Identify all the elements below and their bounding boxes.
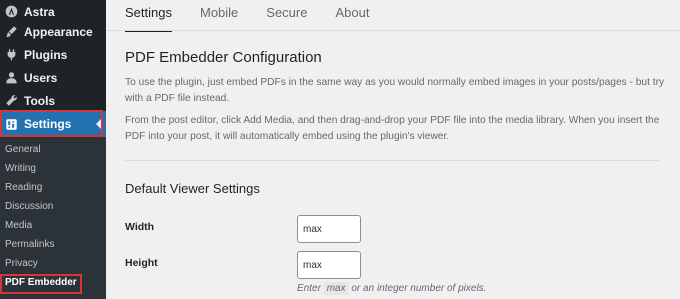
intro-paragraph-line-1: To use the plugin, just embed PDFs in th…: [125, 77, 665, 88]
menu-label-users: Users: [24, 70, 58, 85]
submenu-item-reading[interactable]: Reading: [5, 180, 42, 196]
height-input[interactable]: [297, 251, 361, 279]
submenu-item-general[interactable]: General: [5, 142, 41, 158]
pdf-embedder-highlight-outline: [0, 274, 82, 294]
menu-label-astra: Astra: [24, 4, 55, 19]
menu-item-plugins[interactable]: Plugins: [0, 43, 106, 66]
submenu-item-discussion[interactable]: Discussion: [5, 199, 53, 215]
current-menu-arrow: [96, 118, 102, 130]
size-hint: Enter max or an integer number of pixels…: [297, 282, 487, 295]
submenu-item-permalinks[interactable]: Permalinks: [5, 237, 54, 253]
menu-label-settings: Settings: [24, 117, 72, 131]
tab-secure[interactable]: Secure: [266, 6, 307, 32]
tabs-divider: [106, 30, 680, 31]
tab-mobile[interactable]: Mobile: [200, 6, 238, 32]
astra-icon: [4, 5, 18, 19]
menu-item-users[interactable]: Users: [0, 66, 106, 89]
width-input[interactable]: [297, 215, 361, 243]
hint-suffix: or an integer number of pixels.: [351, 283, 487, 294]
wrench-icon: [4, 94, 18, 108]
intro-paragraph-line-2: with a PDF file instead.: [125, 93, 230, 104]
menu-label-plugins: Plugins: [24, 47, 68, 62]
menu-item-appearance[interactable]: Appearance: [0, 20, 106, 43]
submenu-item-writing[interactable]: Writing: [5, 161, 36, 177]
paintbrush-icon: [4, 25, 18, 39]
users-icon: [4, 71, 18, 85]
menu-item-settings[interactable]: Settings: [0, 111, 106, 137]
menu-label-appearance: Appearance: [24, 24, 93, 39]
settings-icon: [4, 117, 18, 131]
tab-about[interactable]: About: [335, 6, 369, 32]
tab-settings[interactable]: Settings: [125, 6, 172, 32]
admin-sidebar: Astra Appearance Plugins Users Tools Set…: [0, 0, 106, 299]
section-title: Default Viewer Settings: [125, 181, 260, 196]
main-content: Settings Mobile Secure About PDF Embedde…: [106, 0, 680, 299]
hint-code: max: [323, 282, 349, 295]
instructions-paragraph-line-2: PDF into your post, it will automaticall…: [125, 131, 450, 142]
height-label: Height: [125, 257, 158, 269]
submenu-item-privacy[interactable]: Privacy: [5, 256, 38, 272]
menu-item-tools[interactable]: Tools: [0, 89, 106, 112]
width-label: Width: [125, 221, 155, 233]
plugin-icon: [4, 48, 18, 62]
page-title: PDF Embedder Configuration: [125, 49, 322, 66]
settings-tabs: Settings Mobile Secure About: [125, 6, 397, 32]
hint-prefix: Enter: [297, 283, 321, 294]
submenu-item-media[interactable]: Media: [5, 218, 32, 234]
instructions-paragraph-line-1: From the post editor, click Add Media, a…: [125, 115, 660, 126]
section-divider: [125, 160, 660, 161]
menu-label-tools: Tools: [24, 93, 56, 108]
